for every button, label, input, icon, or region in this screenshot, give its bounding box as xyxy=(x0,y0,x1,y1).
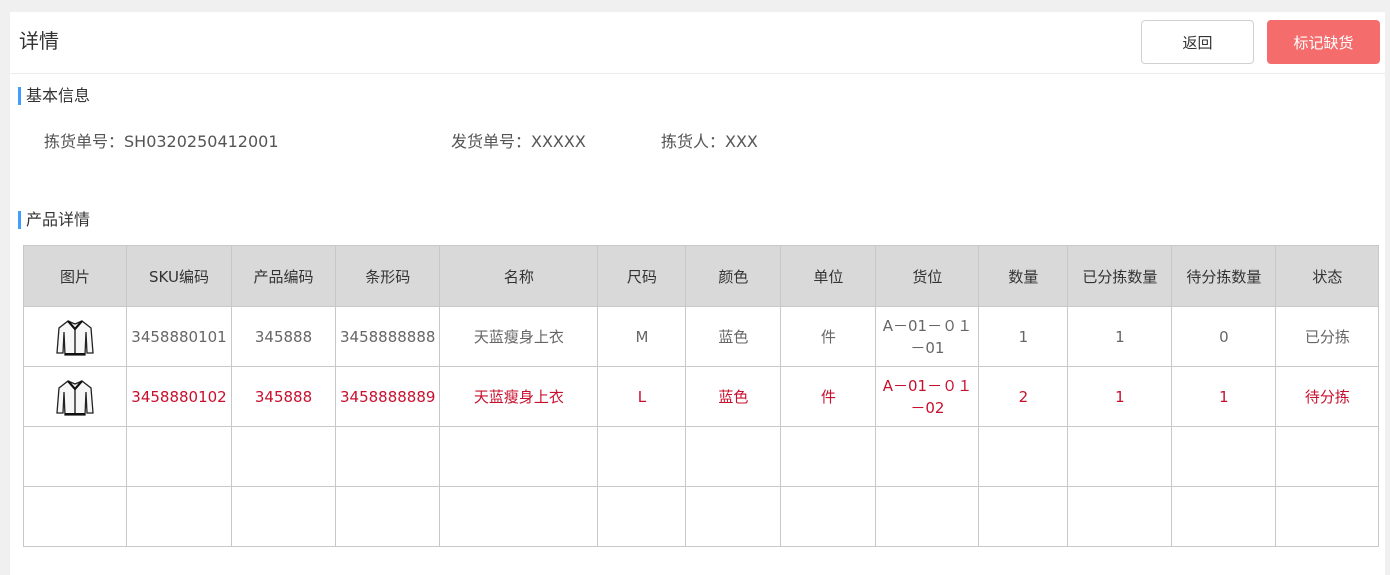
empty-cell xyxy=(334,426,441,487)
mark-out-of-stock-button[interactable]: 标记缺货 xyxy=(1267,20,1380,64)
back-button[interactable]: 返回 xyxy=(1141,20,1254,64)
empty-cell xyxy=(875,426,980,487)
basic-info-section-title: 基本信息 xyxy=(18,87,90,105)
empty-cell xyxy=(1275,426,1380,487)
cardigan-thumbnail-icon xyxy=(56,319,94,356)
table-header-row: 图片 SKU编码 产品编码 条形码 名称 尺码 颜色 单位 货位 数量 已分拣数… xyxy=(23,245,1380,307)
page-header: 详情 返回 标记缺货 xyxy=(10,12,1385,74)
section-accent-bar xyxy=(18,87,21,105)
detail-panel: 详情 返回 标记缺货 基本信息 拣货单号：SH0320250412001 发货单… xyxy=(10,12,1385,575)
pending-quantity-cell: 1 xyxy=(1171,366,1277,427)
product-detail-section-title: 产品详情 xyxy=(18,211,90,229)
location-cell: A－01－０１－01 xyxy=(875,306,980,367)
column-header: 条形码 xyxy=(334,245,441,307)
section-accent-bar xyxy=(18,211,21,229)
product-image-cell xyxy=(23,366,127,427)
color-cell: 蓝色 xyxy=(685,366,782,427)
empty-cell xyxy=(1275,486,1380,547)
empty-cell xyxy=(126,486,232,547)
pending-quantity-cell: 0 xyxy=(1171,306,1277,367)
name-cell: 天蓝瘦身上衣 xyxy=(439,306,599,367)
column-header: 单位 xyxy=(780,245,877,307)
column-header: 数量 xyxy=(978,245,1069,307)
empty-cell xyxy=(439,486,599,547)
column-header: 尺码 xyxy=(597,245,687,307)
status-cell: 待分拣 xyxy=(1275,366,1380,427)
empty-cell xyxy=(231,426,336,487)
empty-table-row xyxy=(23,486,1380,547)
barcode-cell: 3458888888 xyxy=(334,306,441,367)
column-header: 图片 xyxy=(23,245,127,307)
location-cell: A－01－０１－02 xyxy=(875,366,980,427)
empty-cell xyxy=(334,486,441,547)
sku-cell: 3458880102 xyxy=(126,366,232,427)
empty-cell xyxy=(1067,486,1173,547)
size-cell: L xyxy=(597,366,687,427)
empty-cell xyxy=(231,486,336,547)
empty-cell xyxy=(23,486,127,547)
column-header: 名称 xyxy=(439,245,599,307)
product-code-cell: 345888 xyxy=(231,366,336,427)
product-detail-title-text: 产品详情 xyxy=(26,210,91,229)
column-header: 待分拣数量 xyxy=(1171,245,1277,307)
column-header: 状态 xyxy=(1275,245,1380,307)
quantity-cell: 1 xyxy=(978,306,1069,367)
color-cell: 蓝色 xyxy=(685,306,782,367)
empty-cell xyxy=(1171,426,1277,487)
table-row: 3458880101 345888 3458888888 天蓝瘦身上衣 M 蓝色… xyxy=(23,306,1380,367)
empty-cell xyxy=(875,486,980,547)
unit-cell: 件 xyxy=(780,366,877,427)
empty-cell xyxy=(23,426,127,487)
empty-cell xyxy=(685,426,782,487)
empty-cell xyxy=(1171,486,1277,547)
unit-cell: 件 xyxy=(780,306,877,367)
cardigan-thumbnail-icon xyxy=(56,379,94,416)
column-header: SKU编码 xyxy=(126,245,232,307)
status-cell: 已分拣 xyxy=(1275,306,1380,367)
empty-cell xyxy=(126,426,232,487)
product-code-cell: 345888 xyxy=(231,306,336,367)
quantity-cell: 2 xyxy=(978,366,1069,427)
empty-cell xyxy=(685,486,782,547)
empty-cell xyxy=(597,486,687,547)
empty-table-row xyxy=(23,426,1380,487)
sorted-quantity-cell: 1 xyxy=(1067,306,1173,367)
empty-cell xyxy=(978,426,1069,487)
table-row: 3458880102 345888 3458888889 天蓝瘦身上衣 L 蓝色… xyxy=(23,366,1380,427)
column-header: 产品编码 xyxy=(231,245,336,307)
sorted-quantity-cell: 1 xyxy=(1067,366,1173,427)
size-cell: M xyxy=(597,306,687,367)
empty-cell xyxy=(597,426,687,487)
empty-cell xyxy=(439,426,599,487)
empty-cell xyxy=(978,486,1069,547)
pick-number: 拣货单号：SH0320250412001 xyxy=(44,132,279,151)
name-cell: 天蓝瘦身上衣 xyxy=(439,366,599,427)
ship-number: 发货单号：XXXXX xyxy=(451,132,586,151)
picker-name: 拣货人：XXX xyxy=(661,132,758,151)
column-header: 货位 xyxy=(875,245,980,307)
product-image-cell xyxy=(23,306,127,367)
product-table: 图片 SKU编码 产品编码 条形码 名称 尺码 颜色 单位 货位 数量 已分拣数… xyxy=(23,245,1380,547)
page-title: 详情 xyxy=(19,29,59,53)
empty-cell xyxy=(780,486,877,547)
column-header: 颜色 xyxy=(685,245,782,307)
empty-cell xyxy=(1067,426,1173,487)
barcode-cell: 3458888889 xyxy=(334,366,441,427)
column-header: 已分拣数量 xyxy=(1067,245,1173,307)
basic-info-title-text: 基本信息 xyxy=(26,86,91,105)
empty-cell xyxy=(780,426,877,487)
sku-cell: 3458880101 xyxy=(126,306,232,367)
